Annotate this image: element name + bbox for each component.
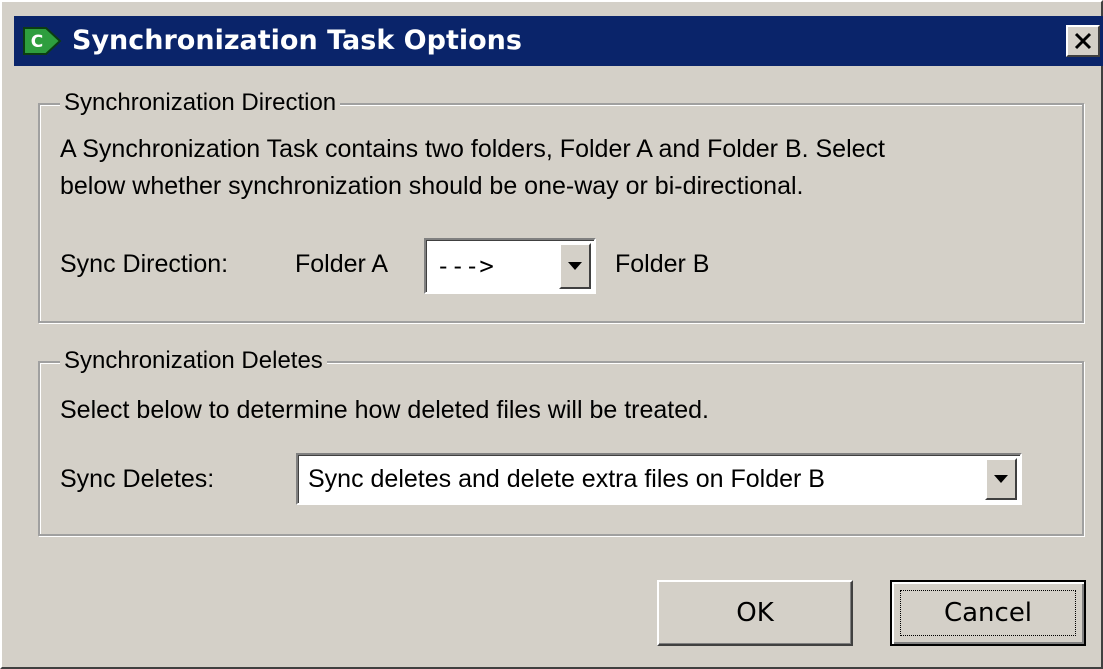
title-bar[interactable]: C Synchronization Task Options (14, 16, 1103, 66)
direction-group-title: Synchronization Direction (60, 89, 341, 117)
chevron-down-icon (568, 262, 582, 270)
chevron-down-icon (994, 475, 1008, 483)
deletes-group-title: Synchronization Deletes (60, 347, 327, 375)
ok-button[interactable]: OK (657, 580, 853, 646)
direction-description-line2: below whether synchronization should be … (60, 172, 804, 200)
close-icon (1073, 31, 1093, 51)
folder-a-label: Folder A (295, 250, 389, 278)
sync-deletes-select[interactable]: Sync deletes and delete extra files on F… (296, 453, 1022, 505)
direction-groupbox: Synchronization Direction A Synchronizat… (38, 89, 1084, 323)
sync-deletes-value: Sync deletes and delete extra files on F… (308, 464, 825, 493)
sync-task-options-dialog: C Synchronization Task Options Synchroni… (0, 0, 1103, 669)
deletes-description: Select below to determine how deleted fi… (60, 396, 709, 424)
deletes-groupbox: Synchronization Deletes Select below to … (38, 347, 1084, 536)
direction-description-line1: A Synchronization Task contains two fold… (60, 135, 885, 163)
close-button[interactable] (1066, 25, 1100, 57)
ok-button-label: OK (736, 598, 774, 628)
svg-text:C: C (31, 32, 43, 52)
cancel-button-label: Cancel (943, 598, 1033, 628)
sync-deletes-dropdown-button[interactable] (985, 458, 1017, 500)
sync-direction-value: ---> (436, 252, 494, 280)
sync-direction-select[interactable]: ---> (424, 238, 596, 294)
sync-app-icon: C (22, 24, 62, 58)
sync-direction-dropdown-button[interactable] (559, 243, 591, 289)
folder-b-label: Folder B (615, 250, 710, 278)
window-title: Synchronization Task Options (72, 25, 522, 56)
sync-direction-label: Sync Direction: (60, 250, 229, 278)
sync-deletes-label: Sync Deletes: (60, 465, 215, 493)
cancel-button[interactable]: Cancel (890, 580, 1086, 646)
